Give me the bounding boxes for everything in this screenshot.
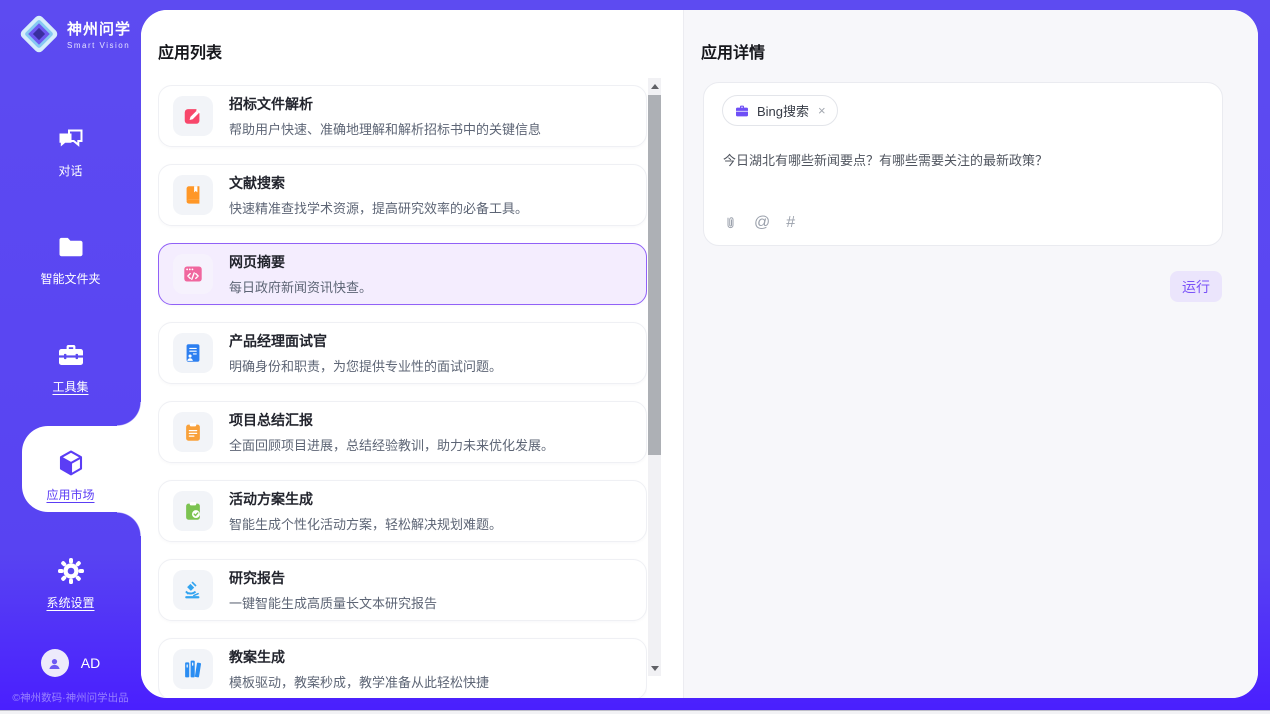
app-name: 文献搜索 xyxy=(229,173,528,193)
app-detail-panel: 应用详情 Bing搜索 × 今日湖北有哪些新闻要点？有哪些需要关注的最新政策？ … xyxy=(683,10,1258,698)
app-description: 全面回顾项目进展，总结经验教训，助力未来优化发展。 xyxy=(229,435,554,454)
list-scrollbar[interactable] xyxy=(648,78,661,676)
user-label: AD xyxy=(81,655,100,671)
app-description: 一键智能生成高质量长文本研究报告 xyxy=(229,593,437,612)
brand-logo-icon xyxy=(18,13,60,55)
gear-icon xyxy=(56,556,86,586)
app-description: 明确身份和职责，为您提供专业性的面试问题。 xyxy=(229,356,502,375)
mention-icon[interactable]: @ xyxy=(754,214,770,232)
prompt-input-card[interactable]: Bing搜索 × 今日湖北有哪些新闻要点？有哪些需要关注的最新政策？ @ # xyxy=(703,82,1223,246)
folder-icon xyxy=(56,232,86,262)
app-name: 产品经理面试官 xyxy=(229,331,502,351)
doc-person-icon xyxy=(182,342,204,364)
hashtag-icon[interactable]: # xyxy=(786,214,795,232)
edit-square-icon xyxy=(182,105,204,127)
chat-icon xyxy=(56,124,86,154)
app-icon-tile xyxy=(173,96,213,136)
person-icon xyxy=(46,655,63,672)
app-description: 智能生成个性化活动方案，轻松解决规划难题。 xyxy=(229,514,502,533)
copyright-text: ©神州数码·神州问学出品 xyxy=(0,690,141,705)
scrollbar-thumb[interactable] xyxy=(648,95,661,455)
paperclip-icon[interactable] xyxy=(723,213,738,233)
sidebar-item-label: 应用市场 xyxy=(46,486,94,503)
brand-subtitle: Smart Vision xyxy=(67,41,131,50)
app-name: 活动方案生成 xyxy=(229,489,502,509)
app-icon-tile xyxy=(173,175,213,215)
app-name: 项目总结汇报 xyxy=(229,410,554,430)
sidebar-item-label: 系统设置 xyxy=(46,594,94,611)
app-description: 快速精准查找学术资源，提高研究效率的必备工具。 xyxy=(229,198,528,217)
toolbox-icon xyxy=(56,340,86,370)
books-icon xyxy=(182,658,204,680)
tool-chip-bing-search[interactable]: Bing搜索 × xyxy=(722,95,838,126)
run-button[interactable]: 运行 xyxy=(1170,271,1222,302)
app-card[interactable]: 教案生成 模板驱动，教案秒成，教学准备从此轻松快捷 xyxy=(158,638,647,698)
app-list: 招标文件解析 帮助用户快速、准确地理解和解析招标书中的关键信息 文献搜索 快速精… xyxy=(158,85,647,698)
app-name: 教案生成 xyxy=(229,647,489,667)
query-text: 今日湖北有哪些新闻要点？有哪些需要关注的最新政策？ xyxy=(723,151,1200,171)
app-card[interactable]: 招标文件解析 帮助用户快速、准确地理解和解析招标书中的关键信息 xyxy=(158,85,647,147)
app-card[interactable]: 产品经理面试官 明确身份和职责，为您提供专业性的面试问题。 xyxy=(158,322,647,384)
sidebar-item-label: 工具集 xyxy=(52,378,88,395)
main-content: 应用列表 招标文件解析 帮助用户快速、准确地理解和解析招标书中的关键信息 文献搜… xyxy=(141,10,1258,698)
app-detail-title: 应用详情 xyxy=(701,39,765,63)
app-icon-tile xyxy=(173,254,213,294)
chip-close-icon[interactable]: × xyxy=(818,104,826,117)
app-card[interactable]: 项目总结汇报 全面回顾项目进展，总结经验教训，助力未来优化发展。 xyxy=(158,401,647,463)
app-icon-tile xyxy=(173,491,213,531)
app-icon-tile xyxy=(173,570,213,610)
app-description: 帮助用户快速、准确地理解和解析招标书中的关键信息 xyxy=(229,119,541,138)
avatar xyxy=(41,649,69,677)
sidebar-item-label: 智能文件夹 xyxy=(40,270,100,287)
briefcase-icon xyxy=(734,103,750,119)
app-name: 招标文件解析 xyxy=(229,94,541,114)
app-card[interactable]: 研究报告 一键智能生成高质量长文本研究报告 xyxy=(158,559,647,621)
scrollbar-down-arrow[interactable] xyxy=(648,661,661,675)
brand: 神州问学 Smart Vision xyxy=(18,13,131,55)
app-list-title: 应用列表 xyxy=(158,39,222,63)
app-description: 模板驱动，教案秒成，教学准备从此轻松快捷 xyxy=(229,672,489,691)
sidebar-item[interactable]: 应用市场 xyxy=(0,421,141,529)
app-name: 网页摘要 xyxy=(229,252,372,272)
app-card[interactable]: 活动方案生成 智能生成个性化活动方案，轻松解决规划难题。 xyxy=(158,480,647,542)
clipboard-check-icon xyxy=(182,500,204,522)
sidebar-item[interactable]: 智能文件夹 xyxy=(0,205,141,313)
input-toolbar: @ # xyxy=(723,213,795,233)
tool-chip-label: Bing搜索 xyxy=(757,101,809,120)
browser-code-icon xyxy=(182,263,204,285)
app-icon-tile xyxy=(173,649,213,689)
microscope-icon xyxy=(182,579,204,601)
sidebar-item-label: 对话 xyxy=(58,162,82,179)
sidebar: 神州问学 Smart Vision 对话 智能文件夹 工具集 xyxy=(0,0,141,714)
sidebar-nav: 对话 智能文件夹 工具集 应用市场 系统 xyxy=(0,97,141,637)
cube-icon xyxy=(56,448,86,478)
app-icon-tile xyxy=(173,412,213,452)
app-name: 研究报告 xyxy=(229,568,437,588)
sidebar-item[interactable]: 系统设置 xyxy=(0,529,141,637)
app-card[interactable]: 文献搜索 快速精准查找学术资源，提高研究效率的必备工具。 xyxy=(158,164,647,226)
user-account[interactable]: AD xyxy=(0,649,141,677)
app-card[interactable]: 网页摘要 每日政府新闻资讯快查。 xyxy=(158,243,647,305)
app-description: 每日政府新闻资讯快查。 xyxy=(229,277,372,296)
clipboard-icon xyxy=(182,421,204,443)
app-icon-tile xyxy=(173,333,213,373)
brand-name: 神州问学 xyxy=(67,18,131,39)
sidebar-item[interactable]: 对话 xyxy=(0,97,141,205)
app-list-panel: 应用列表 招标文件解析 帮助用户快速、准确地理解和解析招标书中的关键信息 文献搜… xyxy=(141,10,683,698)
scrollbar-up-arrow[interactable] xyxy=(648,79,661,93)
book-icon xyxy=(182,184,204,206)
